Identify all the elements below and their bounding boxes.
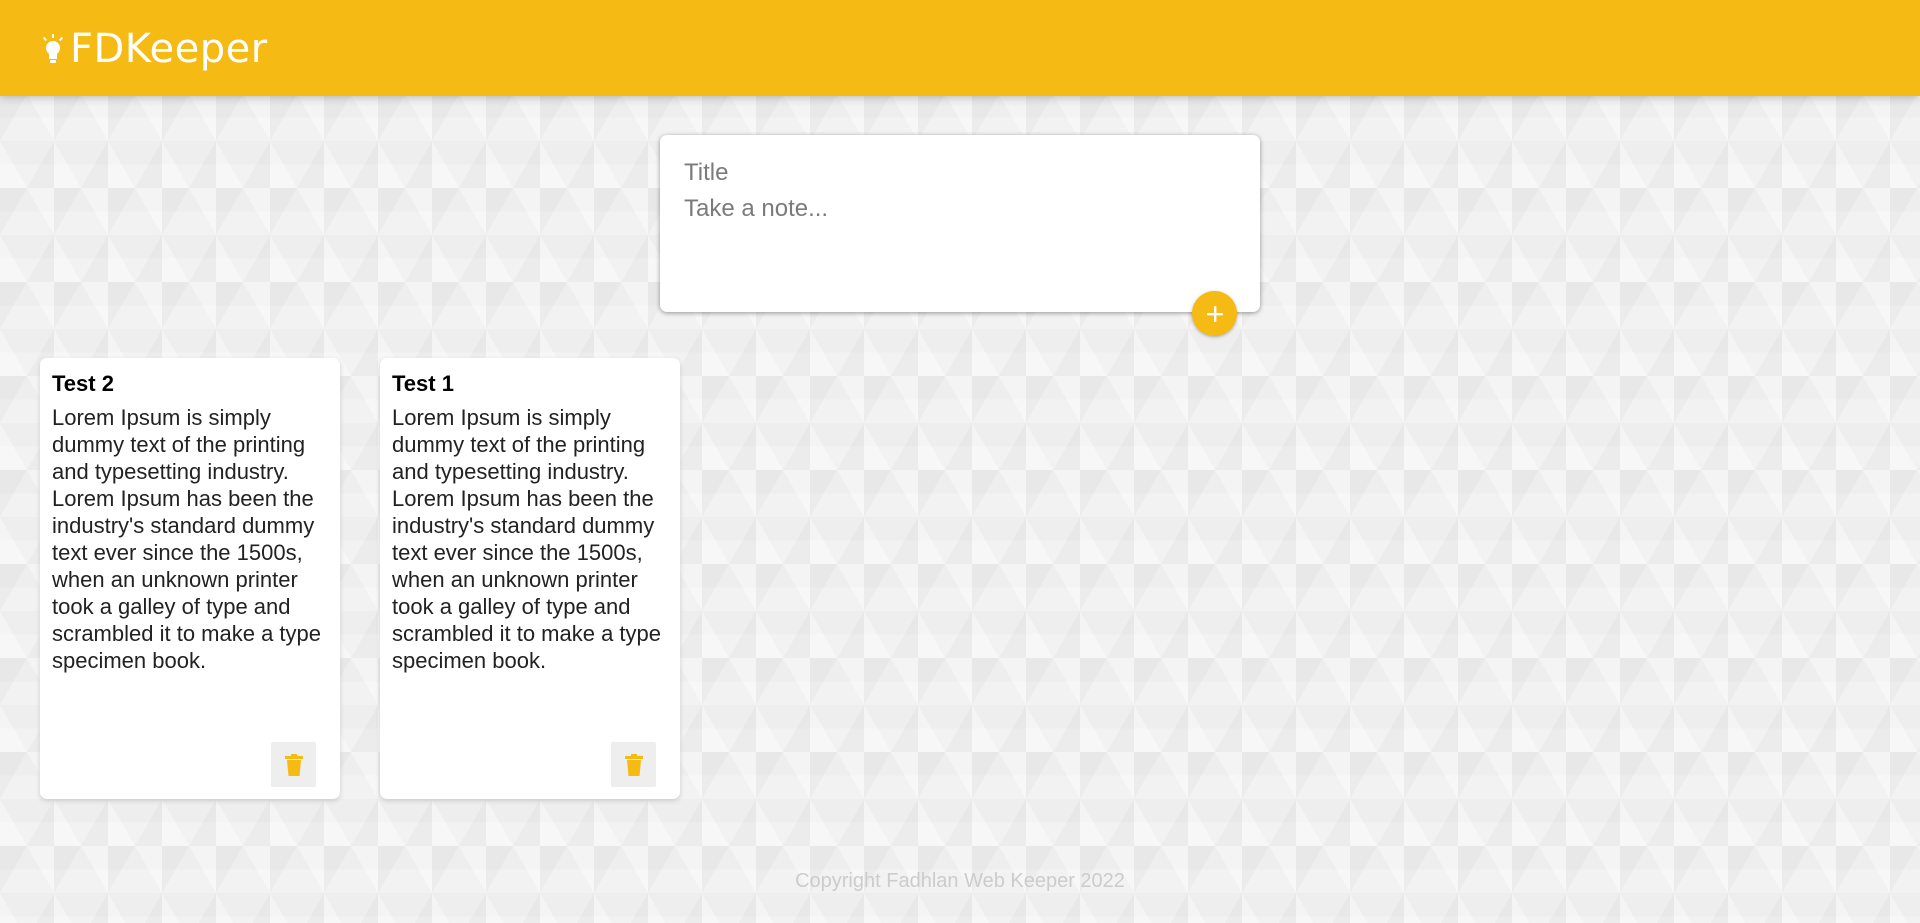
copyright-text: Copyright Fadhlan Web Keeper 2022 (795, 870, 1125, 892)
note-title: Test 1 (392, 371, 454, 396)
plus-icon (1206, 305, 1223, 322)
delete-note-button[interactable] (611, 742, 656, 787)
lightbulb-icon (42, 34, 64, 63)
trash-icon (284, 753, 303, 776)
note-card: Test 2 Lorem Ipsum is simply dummy text … (40, 358, 340, 799)
app-title: FDKeeper (70, 26, 268, 72)
note-title-input[interactable] (684, 155, 1236, 191)
note-content: Lorem Ipsum is simply dummy text of the … (392, 405, 662, 673)
trash-icon (624, 753, 643, 776)
app-header: FDKeeper (0, 0, 1920, 96)
delete-note-button[interactable] (271, 742, 316, 787)
note-title: Test 2 (52, 371, 114, 396)
app-logo[interactable]: FDKeeper (42, 24, 268, 74)
note-content: Lorem Ipsum is simply dummy text of the … (52, 405, 322, 673)
note-card: Test 1 Lorem Ipsum is simply dummy text … (380, 358, 680, 799)
note-content-input[interactable] (684, 195, 1236, 235)
create-note-form (660, 135, 1260, 312)
page-footer: Copyright Fadhlan Web Keeper 2022 (0, 870, 1920, 893)
add-note-button[interactable] (1192, 291, 1237, 336)
